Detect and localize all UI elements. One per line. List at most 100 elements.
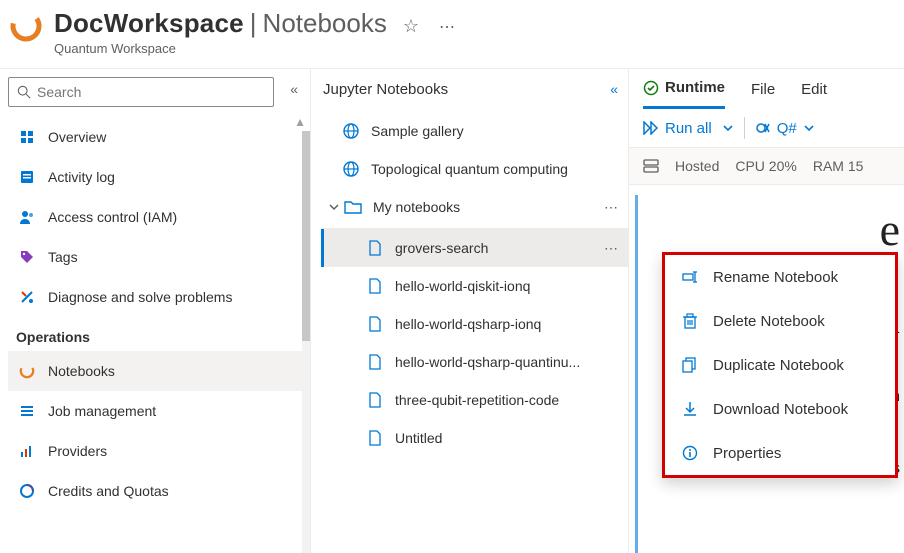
collapse-nav-icon[interactable]: «	[290, 81, 298, 97]
folder-icon	[343, 199, 363, 215]
tree-item-topological[interactable]: Topological quantum computing	[321, 150, 628, 188]
job-management-icon	[16, 403, 38, 419]
tree-item-label: Sample gallery	[371, 123, 464, 139]
favorite-star-icon[interactable]: ☆	[403, 16, 419, 37]
nav-item-credits-quotas[interactable]: Credits and Quotas	[8, 471, 310, 511]
menu-item-properties[interactable]: Properties	[665, 431, 895, 475]
run-all-label: Run all	[665, 120, 712, 137]
info-icon	[679, 445, 701, 461]
tab-label: File	[751, 81, 775, 98]
file-icon	[365, 240, 385, 256]
status-ram: RAM 15	[813, 158, 864, 174]
activity-log-icon	[16, 169, 38, 185]
tab-edit[interactable]: Edit	[801, 81, 827, 108]
chevron-down-icon	[803, 122, 815, 134]
nav-item-label: Notebooks	[48, 363, 115, 379]
tree-item-sample-gallery[interactable]: Sample gallery	[321, 112, 628, 150]
nav-item-label: Tags	[48, 249, 78, 265]
tab-label: Edit	[801, 81, 827, 98]
search-input[interactable]	[37, 84, 265, 100]
tab-label: Runtime	[665, 79, 725, 96]
nav-item-notebooks[interactable]: Notebooks	[8, 351, 310, 391]
nav-item-label: Overview	[48, 129, 106, 145]
duplicate-icon	[679, 357, 701, 373]
menu-item-label: Duplicate Notebook	[713, 357, 844, 374]
menu-item-download[interactable]: Download Notebook	[665, 387, 895, 431]
notebook-item[interactable]: three-qubit-repetition-code	[321, 381, 628, 419]
nav-scrollbar-thumb[interactable]	[302, 131, 310, 341]
search-icon	[17, 85, 31, 99]
notebook-item-label: hello-world-qsharp-ionq	[395, 316, 541, 332]
nav-scrollbar[interactable]	[302, 131, 310, 553]
nav-item-overview[interactable]: Overview	[8, 117, 310, 157]
tab-runtime[interactable]: Runtime	[643, 79, 725, 109]
nav-section-operations: Operations	[8, 317, 310, 351]
notebook-item-label: Untitled	[395, 430, 442, 446]
run-all-button[interactable]: Run all	[643, 120, 712, 137]
tree-folder-my-notebooks[interactable]: My notebooks ⋯	[321, 188, 628, 226]
nav-item-providers[interactable]: Providers	[8, 431, 310, 471]
doc-heading-fragment: e	[655, 201, 900, 259]
runtime-status-bar: Hosted CPU 20% RAM 15	[629, 147, 904, 185]
brand-logo-icon	[8, 8, 44, 44]
access-control-icon	[16, 209, 38, 225]
nav-item-activity-log[interactable]: Activity log	[8, 157, 310, 197]
file-icon	[365, 316, 385, 332]
collapse-tree-icon[interactable]: «	[610, 81, 618, 97]
notebook-item[interactable]: hello-world-qsharp-ionq	[321, 305, 628, 343]
language-label: Q#	[777, 120, 797, 137]
notebook-item[interactable]: hello-world-qiskit-ionq	[321, 267, 628, 305]
notebook-item-label: grovers-search	[395, 240, 488, 256]
language-selector[interactable]: Q#	[755, 120, 815, 137]
notebook-item[interactable]: hello-world-qsharp-quantinu...	[321, 343, 628, 381]
tags-icon	[16, 249, 38, 265]
editor-tabs: Runtime File Edit	[629, 69, 904, 109]
nav-item-access-control[interactable]: Access control (IAM)	[8, 197, 310, 237]
title-separator: |	[250, 8, 257, 39]
nav-item-label: Activity log	[48, 169, 115, 185]
language-icon	[755, 120, 771, 136]
file-icon	[365, 430, 385, 446]
search-input-wrapper[interactable]	[8, 77, 274, 107]
cell-indicator	[635, 195, 638, 553]
editor-toolbar: Run all Q#	[629, 109, 904, 147]
run-all-dropdown[interactable]	[722, 122, 734, 134]
file-icon	[365, 392, 385, 408]
nav-item-diagnose[interactable]: Diagnose and solve problems	[8, 277, 310, 317]
scroll-up-icon[interactable]: ▲	[294, 115, 306, 129]
globe-icon	[341, 122, 361, 140]
nav-item-job-management[interactable]: Job management	[8, 391, 310, 431]
providers-icon	[16, 443, 38, 459]
overview-icon	[16, 129, 38, 145]
resource-type-subtitle: Quantum Workspace	[54, 41, 457, 56]
rename-icon	[679, 269, 701, 285]
notebook-context-menu: Rename Notebook Delete Notebook Duplicat…	[662, 252, 898, 478]
globe-icon	[341, 160, 361, 178]
header-more-icon[interactable]: ⋯	[439, 17, 457, 37]
left-nav-panel: « ▲ Overview Activity log Access control…	[0, 69, 310, 553]
download-icon	[679, 401, 701, 417]
nav-item-label: Providers	[48, 443, 107, 459]
tree-folder-label: My notebooks	[373, 199, 460, 215]
status-hosted: Hosted	[675, 158, 719, 174]
server-icon	[643, 159, 659, 173]
notebook-item-grovers[interactable]: grovers-search ⋯	[321, 229, 628, 267]
menu-item-rename[interactable]: Rename Notebook	[665, 255, 895, 299]
menu-item-duplicate[interactable]: Duplicate Notebook	[665, 343, 895, 387]
diagnose-icon	[16, 289, 38, 305]
page-header: DocWorkspace | Notebooks ☆ ⋯ Quantum Wor…	[0, 0, 904, 68]
toolbar-divider	[744, 117, 745, 139]
chevron-down-icon[interactable]	[325, 201, 343, 213]
notebook-more-icon[interactable]: ⋯	[604, 240, 620, 257]
notebooks-icon	[16, 362, 38, 380]
tab-file[interactable]: File	[751, 81, 775, 108]
menu-item-label: Rename Notebook	[713, 269, 838, 286]
tree-item-label: Topological quantum computing	[371, 161, 568, 177]
credits-icon	[16, 483, 38, 499]
notebook-item[interactable]: Untitled	[321, 419, 628, 457]
nav-item-tags[interactable]: Tags	[8, 237, 310, 277]
folder-more-icon[interactable]: ⋯	[604, 199, 620, 216]
menu-item-delete[interactable]: Delete Notebook	[665, 299, 895, 343]
file-icon	[365, 354, 385, 370]
nav-item-label: Access control (IAM)	[48, 209, 177, 225]
